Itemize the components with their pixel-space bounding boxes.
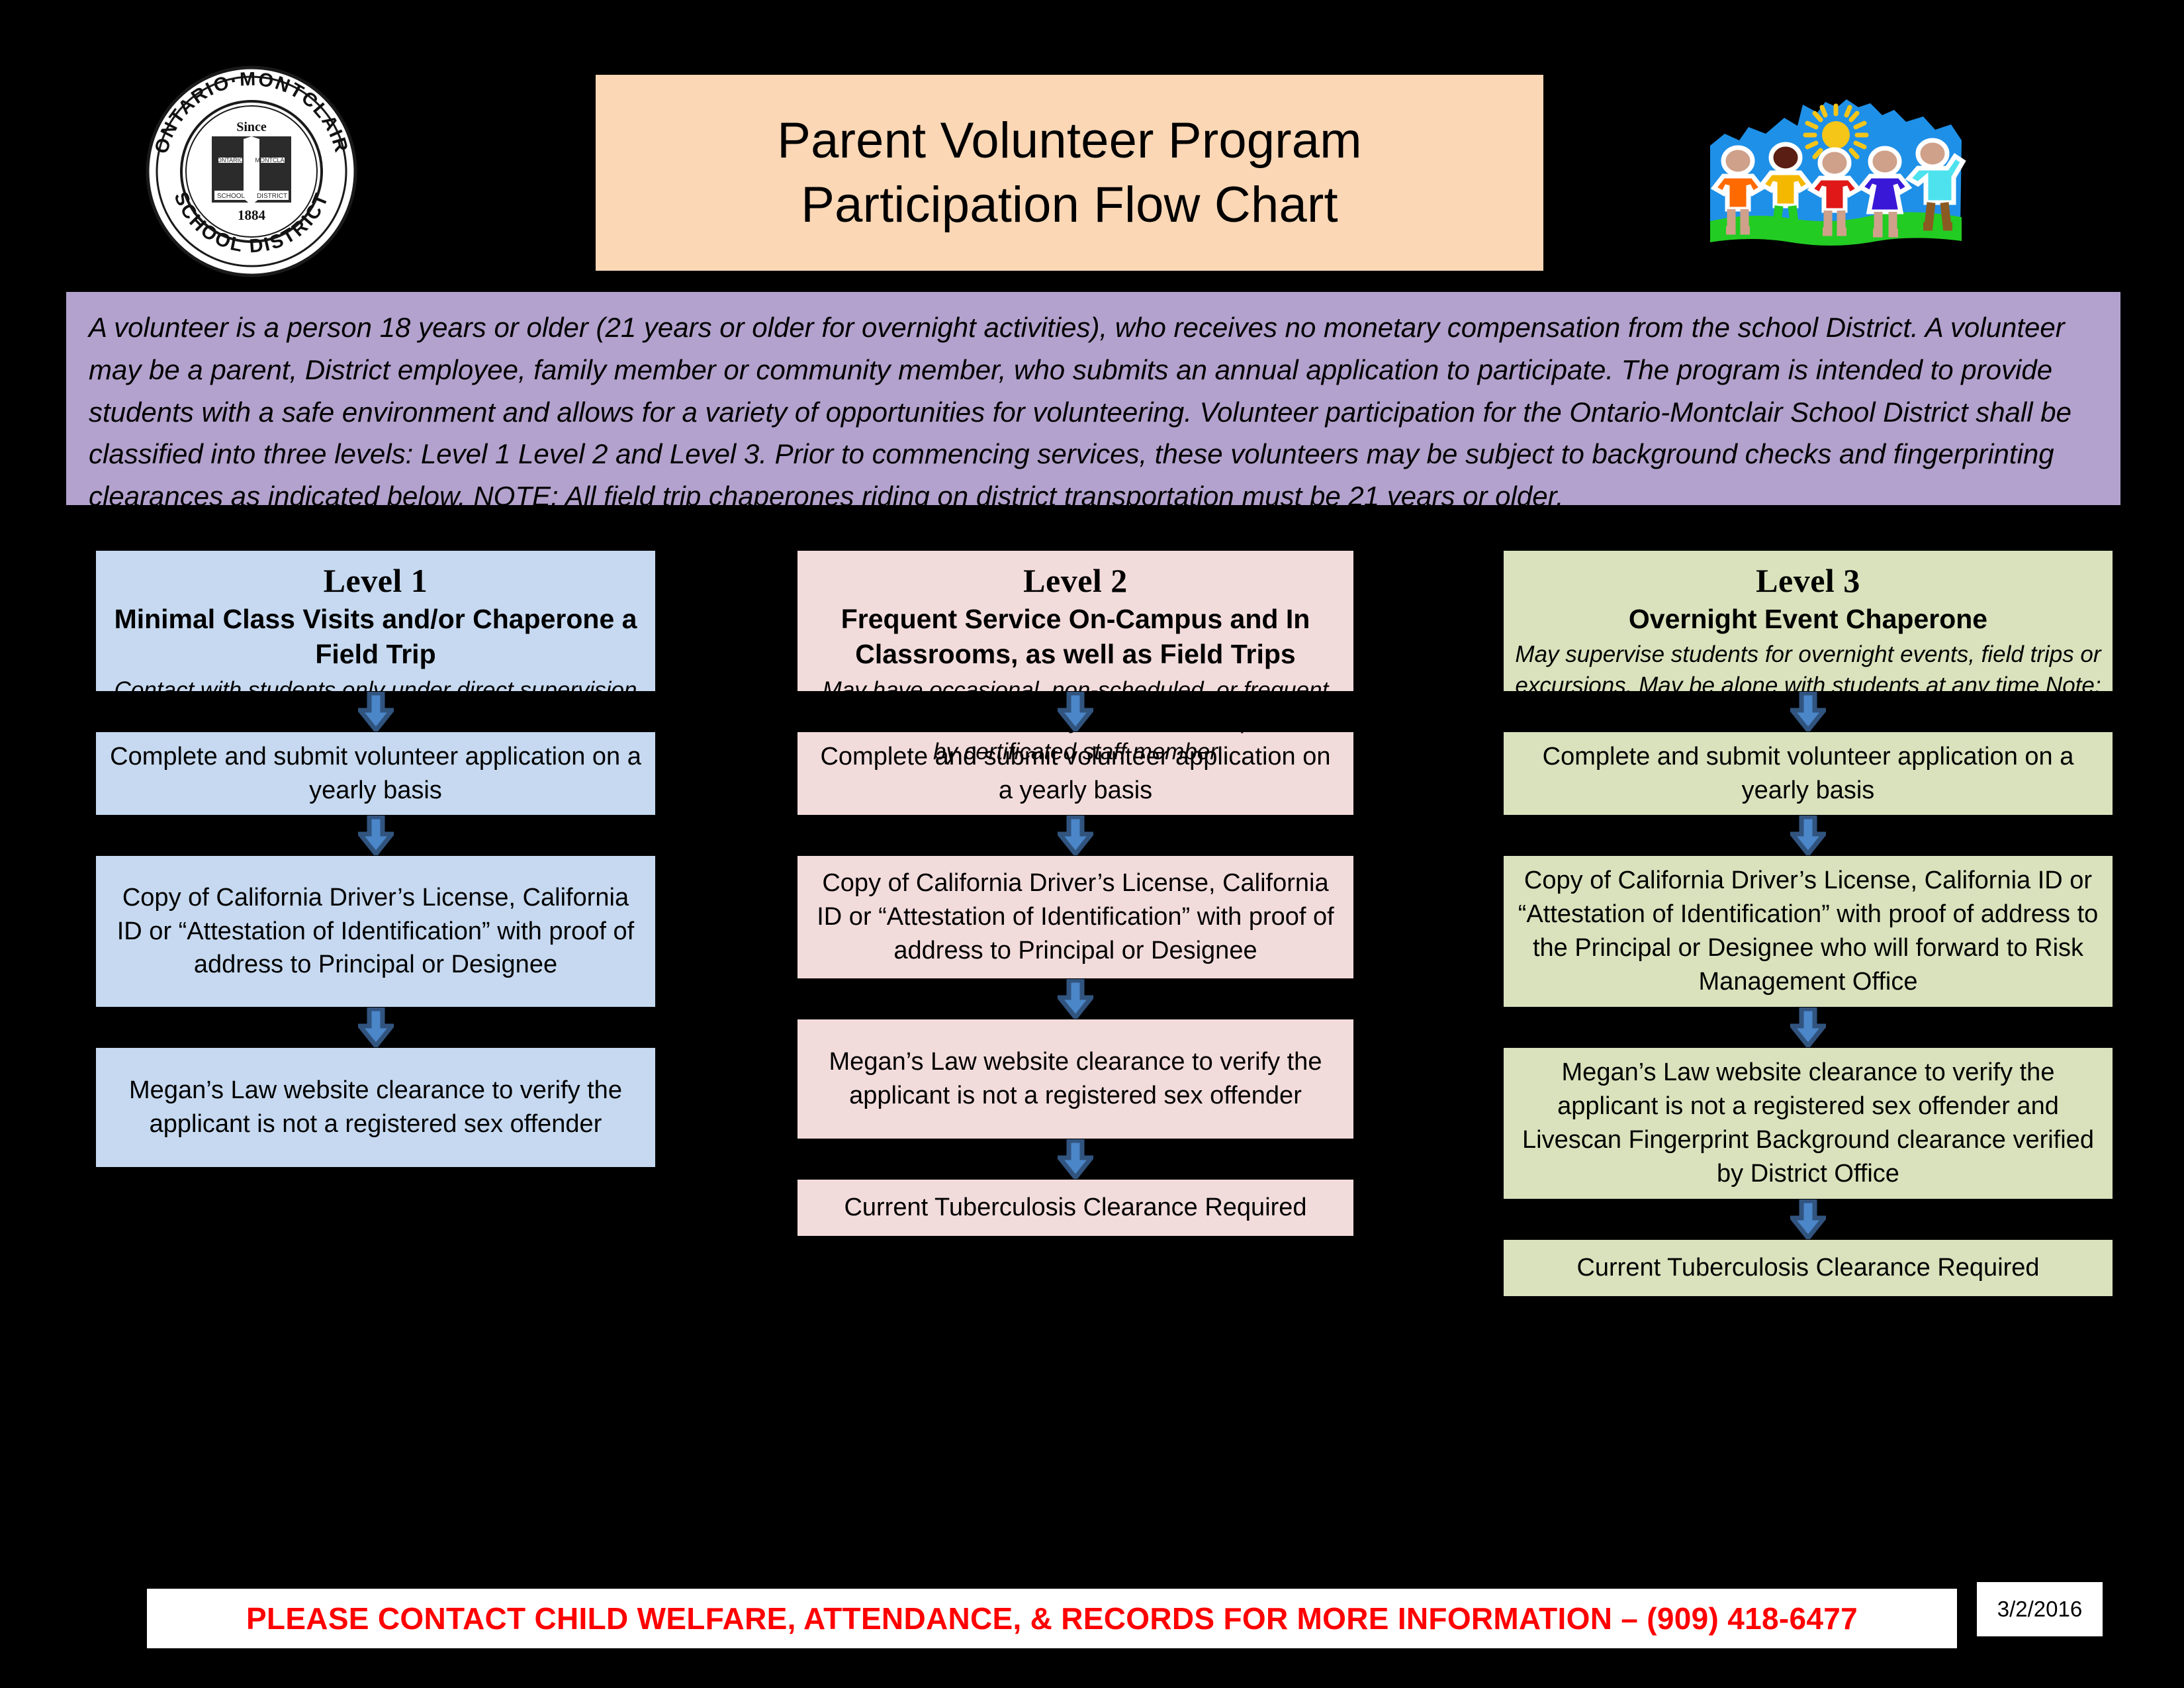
svg-text:SCHOOL: SCHOOL [217,193,246,200]
level-2-step-2: Copy of California Driver’s License, Cal… [797,856,1353,978]
flow-arrow [797,978,1353,1019]
step-text: Copy of California Driver’s License, Cal… [116,883,635,979]
level-2-subtitle: Frequent Service On-Campus and In Classr… [841,604,1310,670]
flow-arrow [1504,1007,2113,1048]
svg-text:DISTRICT: DISTRICT [257,193,287,200]
flow-arrow [797,815,1353,856]
svg-text:Since: Since [236,120,267,134]
svg-text:MONTCLAIR: MONTCLAIR [255,157,291,164]
level-3-subtitle: Overnight Event Chaperone [1628,604,1988,634]
step-text: Complete and submit volunteer applicatio… [820,742,1331,804]
level-2-column: Level 2 Frequent Service On-Campus and I… [797,551,1353,1236]
level-3-step-3: Megan’s Law website clearance to verify … [1504,1048,2113,1199]
level-2-title: Level 2 [1023,562,1128,599]
step-text: Copy of California Driver’s License, Cal… [817,869,1334,964]
svg-text:1884: 1884 [238,207,266,223]
flow-arrow [797,1139,1353,1180]
level-1-step-3: Megan’s Law website clearance to verify … [96,1048,655,1167]
level-3-column: Level 3 Overnight Event Chaperone May su… [1504,551,2113,1296]
level-3-title: Level 3 [1756,562,1860,599]
level-3-step-4: Current Tuberculosis Clearance Required [1504,1240,2113,1296]
level-3-step-1: Complete and submit volunteer applicatio… [1504,732,2113,815]
step-text: Copy of California Driver’s License, Cal… [1518,867,2099,996]
program-description-banner: A volunteer is a person 18 years or olde… [66,292,2120,512]
revision-date: 3/2/2016 [1997,1597,2083,1621]
level-2-step-4: Current Tuberculosis Clearance Required [797,1180,1353,1236]
step-text: Megan’s Law website clearance to verify … [129,1076,622,1138]
step-text: Megan’s Law website clearance to verify … [829,1048,1322,1109]
level-1-step-1: Complete and submit volunteer applicatio… [96,732,655,815]
step-text: Current Tuberculosis Clearance Required [1576,1254,2040,1282]
children-holding-hands-clipart [1705,77,1967,265]
level-1-title: Level 1 [323,562,428,599]
flow-arrow [1504,1199,2113,1240]
level-2-header: Level 2 Frequent Service On-Campus and I… [797,551,1353,765]
level-3-header: Level 3 Overnight Event Chaperone May su… [1504,551,2113,729]
step-text: Complete and submit volunteer applicatio… [110,742,641,804]
flow-arrow [1504,815,2113,856]
contact-info-text: PLEASE CONTACT CHILD WELFARE, ATTENDANCE… [246,1601,1858,1636]
level-1-step-2: Copy of California Driver’s License, Cal… [96,856,655,1007]
district-seal-logo: ONTARIO·MONTCLAIR SCHOOL DISTRICT Since … [144,65,359,278]
revision-date-box: 3/2/2016 [1977,1582,2103,1636]
page-title-line1: Parent Volunteer Program [777,112,1362,169]
level-2-step-1: Complete and submit volunteer applicatio… [797,732,1353,815]
level-1-column: Level 1 Minimal Class Visits and/or Chap… [96,551,655,1167]
level-2-step-3: Megan’s Law website clearance to verify … [797,1019,1353,1139]
level-1-header: Level 1 Minimal Class Visits and/or Chap… [96,551,655,733]
step-text: Current Tuberculosis Clearance Required [844,1194,1307,1222]
step-text: Megan’s Law website clearance to verify … [1522,1058,2094,1188]
page-title-line2: Participation Flow Chart [801,177,1338,233]
level-3-step-2: Copy of California Driver’s License, Cal… [1504,856,2113,1007]
level-1-subtitle: Minimal Class Visits and/or Chaperone a … [114,604,637,670]
flow-arrow [96,1007,655,1048]
page-title-banner: Parent Volunteer Program Participation F… [596,75,1543,271]
step-text: Complete and submit volunteer applicatio… [1542,742,2074,804]
svg-text:ONTARIO: ONTARIO [217,157,244,164]
contact-info-banner: PLEASE CONTACT CHILD WELFARE, ATTENDANCE… [147,1589,1957,1648]
program-description-text: A volunteer is a person 18 years or olde… [89,312,2071,512]
flow-arrow [96,815,655,856]
